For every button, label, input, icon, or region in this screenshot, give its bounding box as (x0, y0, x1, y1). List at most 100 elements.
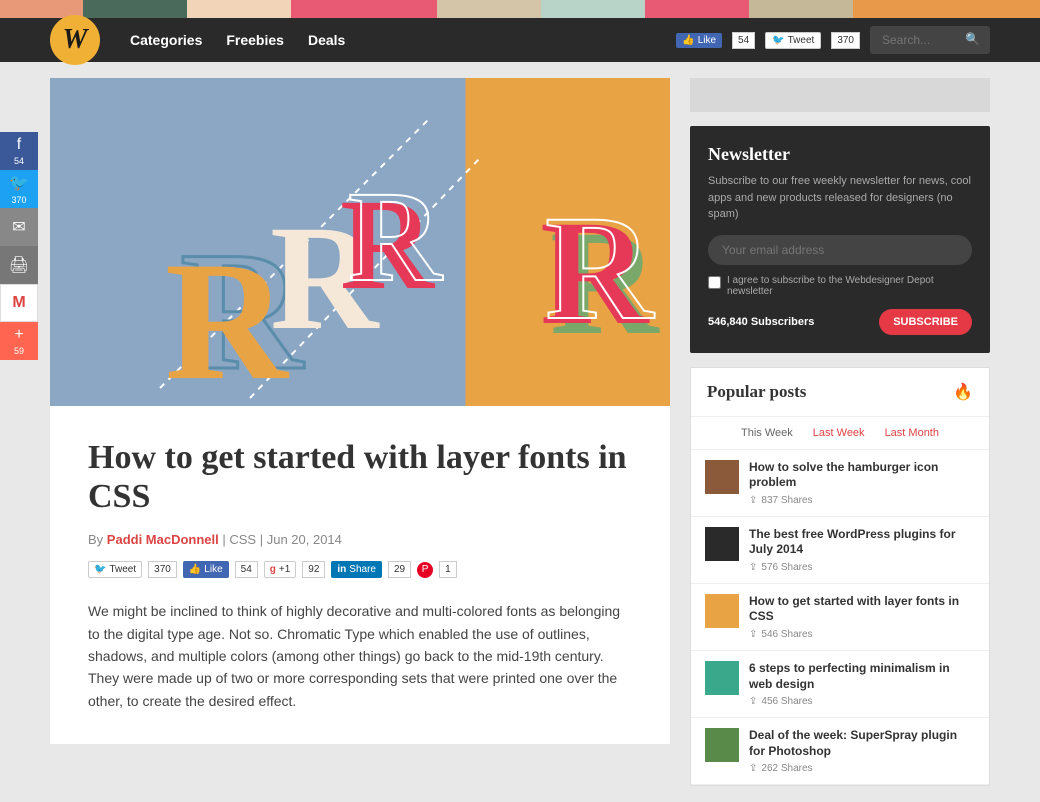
mini-tweet[interactable]: 🐦Tweet (88, 561, 142, 578)
nav-freebies[interactable]: Freebies (226, 32, 284, 48)
share-print[interactable]: 🖨 (0, 246, 38, 284)
newsletter-desc: Subscribe to our free weekly newsletter … (708, 173, 972, 223)
meta-date: Jun 20, 2014 (267, 532, 342, 547)
post-shares: ⇪ 546 Shares (749, 629, 975, 640)
mini-linkedin[interactable]: in Share (331, 561, 382, 578)
popular-tabs: This Week Last Week Last Month (691, 417, 989, 450)
site-logo[interactable]: W (50, 15, 100, 65)
newsletter-title: Newsletter (708, 144, 972, 165)
facebook-icon: f (17, 136, 21, 154)
post-item[interactable]: How to solve the hamburger icon problem⇪… (691, 450, 989, 517)
share-add[interactable]: +59 (0, 322, 38, 360)
post-shares: ⇪ 837 Shares (749, 495, 975, 506)
decorative-stripe (0, 0, 1040, 18)
post-thumb (705, 594, 739, 628)
gmail-icon: M (12, 294, 25, 312)
author-link[interactable]: Paddi MacDonnell (107, 532, 219, 547)
newsletter-bottom: 546,840 Subscribers SUBSCRIBE (708, 309, 972, 335)
fb-like-button[interactable]: 👍 Like (676, 33, 722, 48)
main-header: W Categories Freebies Deals 👍 Like 54 🐦 T… (0, 18, 1040, 62)
post-title: How to get started with layer fonts in C… (749, 594, 975, 625)
post-thumb (705, 527, 739, 561)
share-icon: ⇪ (749, 629, 757, 640)
fb-like-count: 54 (732, 32, 755, 49)
mini-gp-count: 92 (302, 561, 325, 578)
newsletter-box: Newsletter Subscribe to our free weekly … (690, 126, 990, 353)
subscribe-button[interactable]: SUBSCRIBE (879, 309, 972, 335)
tab-last-month[interactable]: Last Month (885, 427, 939, 439)
svg-text:R: R (545, 185, 655, 351)
twitter-icon: 🐦 (9, 173, 29, 193)
share-icon: ⇪ (749, 562, 757, 573)
mini-gplus[interactable]: g+1 (264, 561, 297, 578)
article-title: How to get started with layer fonts in C… (88, 438, 632, 516)
tab-this-week[interactable]: This Week (741, 427, 793, 439)
mini-gp-label: +1 (279, 564, 290, 575)
share-icon: ⇪ (749, 763, 757, 774)
mini-in-label: Share (349, 564, 376, 575)
post-shares: ⇪ 576 Shares (749, 562, 975, 573)
post-title: Deal of the week: SuperSpray plugin for … (749, 728, 975, 759)
nav-categories[interactable]: Categories (130, 32, 202, 48)
twitter-icon: 🐦 (94, 564, 106, 575)
linkedin-icon: in (337, 564, 346, 575)
popular-title: Popular posts (707, 382, 806, 402)
article-text: We might be inclined to think of highly … (88, 600, 632, 712)
fb-like-label: Like (698, 35, 716, 46)
pinterest-icon: P (422, 564, 429, 575)
main-content: f 54 🐦 370 ✉ 🖨 M +59 R R R R R R R R How t… (0, 62, 1040, 802)
mini-tweet-count: 370 (148, 561, 177, 578)
flame-icon: 🔥 (953, 382, 973, 402)
tab-last-week[interactable]: Last Week (813, 427, 865, 439)
post-item[interactable]: The best free WordPress plugins for July… (691, 517, 989, 584)
meta-category[interactable]: CSS (229, 532, 256, 547)
agree-label: I agree to subscribe to the Webdesigner … (727, 275, 972, 297)
post-item[interactable]: How to get started with layer fonts in C… (691, 584, 989, 651)
meta-by: By (88, 532, 107, 547)
mini-pin-count: 1 (439, 561, 457, 578)
post-thumb (705, 728, 739, 762)
print-icon: 🖨 (9, 255, 29, 275)
post-title: The best free WordPress plugins for July… (749, 527, 975, 558)
post-item[interactable]: 6 steps to perfecting minimalism in web … (691, 651, 989, 718)
post-info: The best free WordPress plugins for July… (749, 527, 975, 573)
share-twitter[interactable]: 🐦 370 (0, 170, 38, 208)
share-tw-count: 370 (11, 195, 26, 205)
tweet-button[interactable]: 🐦 Tweet (765, 32, 821, 49)
tweet-label: Tweet (788, 35, 815, 46)
post-item[interactable]: Deal of the week: SuperSpray plugin for … (691, 718, 989, 785)
twitter-icon: 🐦 (772, 35, 784, 46)
mini-like[interactable]: 👍 Like (183, 561, 229, 578)
share-gmail[interactable]: M (0, 284, 38, 322)
share-icon: ⇪ (749, 495, 757, 506)
post-thumb (705, 661, 739, 695)
mini-pinterest[interactable]: P (417, 562, 433, 578)
article-share-row: 🐦Tweet 370 👍 Like 54 g+1 92 in Share 29 … (88, 561, 632, 578)
nav-deals[interactable]: Deals (308, 32, 345, 48)
share-sidebar: f 54 🐦 370 ✉ 🖨 M +59 (0, 132, 38, 360)
mini-like-count: 54 (235, 561, 258, 578)
svg-text:R: R (348, 165, 444, 309)
mail-icon: ✉ (12, 217, 25, 237)
share-fb-count: 54 (14, 156, 24, 166)
popular-posts: Popular posts 🔥 This Week Last Week Last… (690, 367, 990, 787)
subscriber-count: 546,840 Subscribers (708, 316, 814, 328)
share-icon: ⇪ (749, 696, 757, 707)
agree-checkbox[interactable] (708, 276, 721, 289)
post-thumb (705, 460, 739, 494)
mini-tweet-label: Tweet (109, 564, 136, 575)
share-facebook[interactable]: f 54 (0, 132, 38, 170)
search-wrap: 🔍 (870, 26, 990, 54)
share-email[interactable]: ✉ (0, 208, 38, 246)
post-shares: ⇪ 262 Shares (749, 763, 975, 774)
hero-image: R R R R R R R R (50, 78, 670, 406)
posts-list: How to solve the hamburger icon problem⇪… (691, 450, 989, 786)
primary-nav: Categories Freebies Deals (130, 32, 345, 48)
search-icon[interactable]: 🔍 (965, 32, 980, 46)
header-right: 👍 Like 54 🐦 Tweet 370 🔍 (676, 26, 990, 54)
ad-placeholder (690, 78, 990, 112)
email-input[interactable] (708, 235, 972, 265)
gplus-icon: g (270, 564, 276, 575)
tweet-count: 370 (831, 32, 860, 49)
mini-in-count: 29 (388, 561, 411, 578)
